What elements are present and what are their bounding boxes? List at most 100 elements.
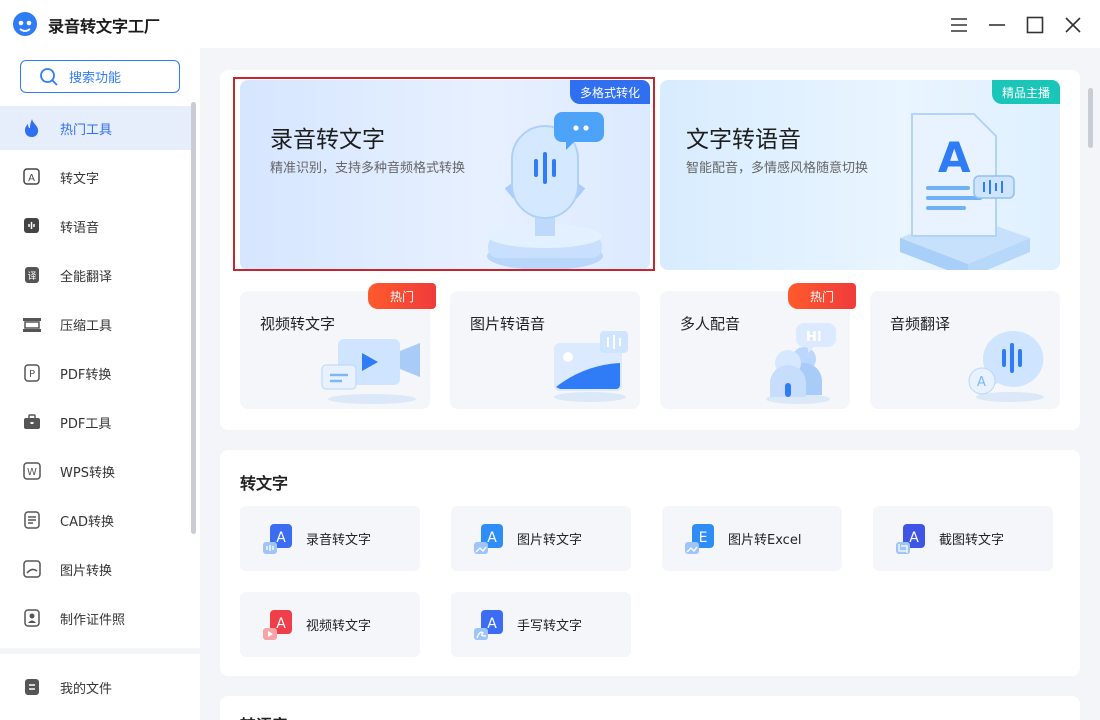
banner-subtitle: 智能配音，多情感风格随意切换 [686, 161, 869, 176]
recording-text-icon: A [263, 523, 292, 554]
picture-icon [554, 331, 628, 402]
toolbox-icon [22, 412, 42, 432]
svg-text:A: A [276, 616, 286, 632]
maximize-icon[interactable] [1024, 14, 1046, 36]
hot-badge: 热门 [368, 283, 436, 309]
compress-icon [22, 314, 42, 334]
tool-name: 音频翻译 [890, 315, 951, 333]
file-icon [22, 677, 42, 697]
sidebar-divider [0, 648, 200, 654]
voice-icon [22, 216, 42, 236]
search-icon [40, 67, 58, 86]
search-button-label: 搜索功能 [69, 71, 122, 86]
minimize-icon[interactable] [986, 14, 1008, 36]
banner-ribbon: 多格式转化 [569, 80, 650, 104]
banner-ribbon: 精品主播 [991, 80, 1060, 104]
menu-icon[interactable] [948, 14, 970, 36]
sidebar-item-label: 全能翻译 [60, 269, 113, 285]
sidebar-item-id-photo[interactable]: 制作证件照 [0, 596, 194, 640]
image-excel-icon: E [685, 523, 714, 554]
cad-icon [22, 510, 42, 530]
svg-text:E: E [699, 530, 708, 546]
text-a-icon: A [22, 167, 42, 187]
sidebar-item-label: 热门工具 [60, 122, 113, 138]
tool-video-to-text[interactable]: 视频转文字 热门 [240, 283, 436, 409]
svg-text:HI: HI [806, 330, 822, 345]
sidebar-item-image-convert[interactable]: 图片转换 [0, 547, 194, 591]
sub-tool-video-to-text[interactable]: A 视频转文字 [240, 592, 420, 657]
banner-title: 文字转语音 [686, 127, 801, 153]
main-scrollbar[interactable] [1088, 88, 1093, 148]
wps-icon: W [22, 461, 42, 481]
sidebar-item-cad-convert[interactable]: CAD转换 [0, 498, 194, 542]
video-text-icon: A [263, 609, 292, 640]
tool-audio-translate[interactable]: 音频翻译 A [870, 291, 1060, 409]
banner-recording-to-text[interactable]: 录音转文字 精准识别，支持多种音频格式转换 多格式转化 [240, 80, 650, 270]
pdf-convert-icon: P [22, 363, 42, 383]
sub-tool-label: 截图转文字 [939, 533, 1005, 548]
svg-text:A: A [909, 530, 919, 546]
tool-name: 图片转语音 [470, 315, 546, 333]
sidebar-item-label: 我的文件 [60, 681, 113, 697]
banner-text-to-speech[interactable]: 文字转语音 智能配音，多情感风格随意切换 精品主播 A [660, 80, 1060, 270]
sub-tool-label: 录音转文字 [306, 533, 372, 548]
sidebar-item-label: PDF工具 [60, 416, 112, 432]
sidebar-item-to-speech[interactable]: 转语音 [0, 204, 194, 248]
title-bar: 录音转文字工厂 [0, 0, 1100, 48]
translate-icon: 译 [22, 265, 42, 285]
banner-title: 录音转文字 [270, 127, 385, 153]
id-photo-icon [22, 608, 42, 628]
sidebar-item-pdf-convert[interactable]: P PDF转换 [0, 351, 194, 395]
sidebar-item-compress[interactable]: 压缩工具 [0, 302, 194, 346]
tool-multi-voice[interactable]: 多人配音 热门 HI [660, 283, 856, 409]
sub-tool-label: 手写转文字 [517, 619, 583, 634]
svg-text:A: A [276, 530, 286, 546]
svg-text:A: A [977, 375, 986, 390]
tool-image-to-speech[interactable]: 图片转语音 [450, 291, 640, 409]
sidebar-item-label: PDF转换 [60, 367, 112, 383]
sidebar-item-label: 图片转换 [60, 563, 113, 579]
sub-tool-handwriting-to-text[interactable]: A 手写转文字 [451, 592, 631, 657]
sidebar-item-label: 转文字 [60, 171, 100, 187]
sidebar-item-label: 制作证件照 [60, 612, 126, 628]
sub-tool-label: 图片转文字 [517, 533, 583, 548]
section-title-to-text: 转文字 [240, 474, 289, 493]
sub-tool-image-to-excel[interactable]: E 图片转Excel [662, 506, 842, 571]
people-icon: HI [766, 323, 836, 404]
sidebar-scrollbar[interactable] [191, 102, 196, 534]
svg-text:A: A [487, 616, 497, 632]
close-icon[interactable] [1062, 14, 1084, 36]
search-button[interactable]: 搜索功能 [20, 60, 180, 93]
svg-text:A: A [938, 133, 971, 182]
tool-name: 多人配音 [680, 315, 741, 333]
svg-text:P: P [29, 369, 35, 380]
app-logo-icon [13, 12, 37, 36]
handwriting-text-icon: A [474, 609, 503, 640]
sidebar-item-label: CAD转换 [60, 514, 114, 530]
svg-text:W: W [27, 467, 37, 478]
sub-tool-label: 图片转Excel [728, 533, 802, 548]
to-speech-panel [220, 696, 1080, 720]
sidebar-item-hot-tools[interactable]: 热门工具 [0, 106, 194, 150]
sub-tool-label: 视频转文字 [306, 619, 372, 634]
banner-subtitle: 精准识别，支持多种音频格式转换 [270, 161, 466, 176]
section-title-to-speech: 转语音 [240, 712, 288, 720]
hot-badge: 热门 [788, 283, 856, 309]
video-camera-icon [321, 339, 420, 404]
sub-tool-screenshot-to-text[interactable]: A 截图转文字 [873, 506, 1053, 571]
microphone-illustration-icon [487, 112, 604, 270]
svg-text:A: A [28, 173, 35, 184]
svg-text:译: 译 [27, 271, 36, 282]
sub-tool-image-to-text[interactable]: A 图片转文字 [451, 506, 631, 571]
svg-text:A: A [487, 530, 497, 546]
sidebar-item-translate[interactable]: 译 全能翻译 [0, 253, 194, 297]
sidebar-item-label: WPS转换 [60, 465, 115, 481]
document-a-illustration-icon: A [900, 113, 1030, 270]
sub-tool-recording-to-text[interactable]: A 录音转文字 [240, 506, 420, 571]
sidebar-item-pdf-tools[interactable]: PDF工具 [0, 400, 194, 444]
sidebar: 搜索功能 热门工具 A 转文字 转语音 译 全能翻译 压缩工具 P PDF转换 … [0, 48, 200, 720]
sidebar-item-my-files[interactable]: 我的文件 [0, 665, 194, 709]
image-text-icon: A [474, 523, 503, 554]
sidebar-item-wps-convert[interactable]: W WPS转换 [0, 449, 194, 493]
sidebar-item-to-text[interactable]: A 转文字 [0, 155, 194, 199]
